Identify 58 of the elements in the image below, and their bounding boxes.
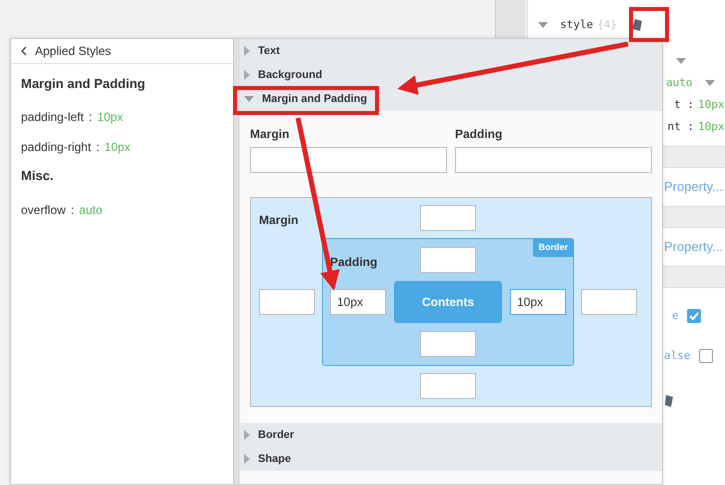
caret-icon[interactable] <box>704 80 714 86</box>
property-name: nt : <box>666 118 694 135</box>
field-label: Padding <box>455 126 504 139</box>
caret-icon <box>244 70 250 80</box>
back-button[interactable]: Applied Styles <box>11 39 233 64</box>
input-field[interactable] <box>420 205 476 231</box>
section-title: Border <box>258 428 294 443</box>
property-value: 10px <box>97 110 124 124</box>
section-header[interactable]: Text <box>240 39 662 63</box>
caret-icon <box>244 454 250 464</box>
input-field[interactable] <box>250 147 447 173</box>
property-name: padding-left <box>21 110 84 124</box>
property-value: e <box>672 308 679 324</box>
highlight-frame <box>629 7 669 42</box>
section-header[interactable]: Background <box>240 63 662 87</box>
checkbox[interactable] <box>686 309 701 323</box>
input-field[interactable] <box>420 247 476 273</box>
property-value: 10px <box>698 96 724 113</box>
contents-block: Contents <box>394 281 502 323</box>
caret-icon <box>244 430 250 440</box>
box-label: Margin <box>259 212 300 225</box>
border-tag: Border <box>533 239 573 256</box>
input-field[interactable]: 10px <box>510 289 566 315</box>
section-header[interactable]: Border <box>240 423 662 447</box>
input-field[interactable] <box>259 289 315 315</box>
property-name: padding-right <box>21 140 92 154</box>
input-field[interactable] <box>420 331 476 357</box>
property-value: 10px <box>104 140 130 154</box>
group-heading: Misc. <box>21 166 55 184</box>
property-name: t : <box>673 96 694 113</box>
property-name: style <box>560 16 594 33</box>
property-value: 10px <box>698 118 724 135</box>
section-title: Text <box>258 44 280 59</box>
property-name: overflow <box>21 203 66 217</box>
section-title: Shape <box>258 452 292 467</box>
field-label: Margin <box>250 126 290 139</box>
input-field[interactable] <box>420 373 476 399</box>
group-heading: Margin and Padding <box>21 75 146 93</box>
property-value: auto <box>79 203 102 217</box>
section-header[interactable]: Margin and Padding <box>240 87 662 111</box>
separator-text: : <box>96 140 100 154</box>
input-field[interactable] <box>581 289 637 315</box>
section-title: Margin and Padding <box>262 92 368 107</box>
caret-icon[interactable] <box>676 58 686 64</box>
input-field[interactable]: 10px <box>330 289 386 315</box>
separator-text: : <box>88 110 92 124</box>
separator-text: : <box>70 203 74 217</box>
checkbox[interactable] <box>698 349 712 363</box>
caret-icon[interactable] <box>538 22 548 28</box>
section-header[interactable]: Shape <box>240 447 662 471</box>
property-value: auto <box>666 74 692 91</box>
box-label: Padding <box>330 254 378 267</box>
section-title: Background <box>258 68 322 83</box>
caret-icon <box>244 96 254 102</box>
chevron-left-icon <box>21 46 27 56</box>
input-field[interactable] <box>455 147 652 173</box>
caret-icon <box>244 46 250 56</box>
property-value: alse <box>664 348 690 364</box>
